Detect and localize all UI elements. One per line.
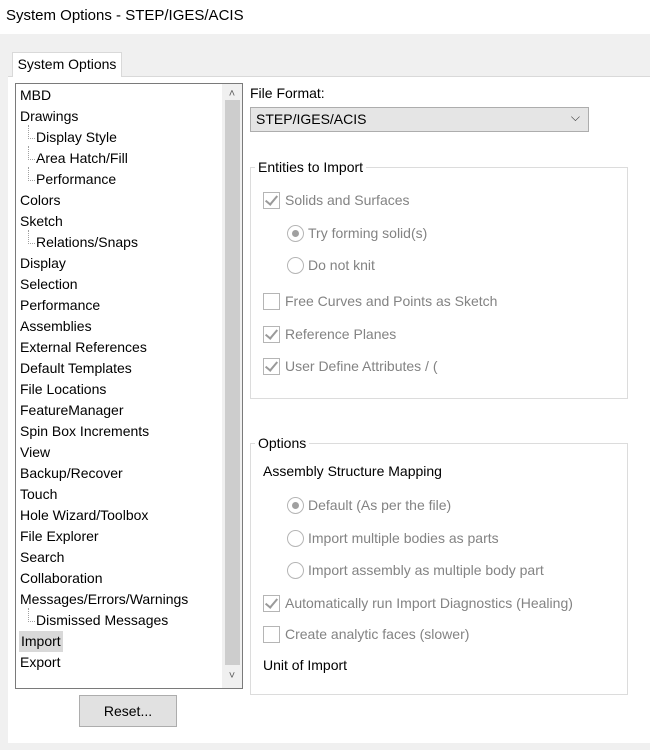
window-title: System Options - STEP/IGES/ACIS [6,7,244,24]
tree-item[interactable]: Default Templates [20,358,132,379]
tree-item[interactable]: Dismissed Messages [27,608,168,631]
free-curves-label: Free Curves and Points as Sketch [285,293,498,309]
default-mapping-radio[interactable] [287,497,304,514]
tree-item[interactable]: Selection [20,274,78,295]
entities-group-title: Entities to Import [255,159,367,175]
user-attributes-label: User Define Attributes / ( [285,358,438,374]
import-bodies-radio[interactable] [287,530,304,547]
try-forming-solids-label: Try forming solid(s) [308,225,428,241]
import-bodies-label: Import multiple bodies as parts [308,530,499,546]
tree-item[interactable]: Touch [20,484,57,505]
tab-system-options[interactable]: System Options [12,52,122,77]
analytic-faces-checkbox[interactable] [263,626,280,643]
tree-item[interactable]: Display Style [28,125,117,148]
import-assembly-label: Import assembly as multiple body part [308,562,544,578]
analytic-faces-label: Create analytic faces (slower) [285,626,470,642]
options-group-title: Options [255,435,310,451]
unit-of-import-label: Unit of Import [263,657,348,673]
tree-item[interactable]: MBD [20,85,51,106]
import-assembly-radio[interactable] [287,562,304,579]
file-format-label: File Format: [250,85,325,101]
chevron-down-icon: ⌵ [570,110,580,124]
options-tree[interactable]: MBD Drawings Display Style Area Hatch/Fill P… [15,83,243,689]
default-mapping-label: Default (As per the file) [308,497,452,513]
tree-item[interactable]: Performance [20,295,100,316]
tree-item[interactable]: View [20,442,50,463]
reset-button[interactable]: Reset... [79,695,177,727]
tree-item[interactable]: Relations/Snaps [28,230,138,253]
user-attributes-checkbox[interactable] [263,358,280,375]
file-format-dropdown[interactable]: STEP/IGES/ACIS ⌵ [250,107,589,132]
free-curves-checkbox[interactable] [263,293,280,310]
auto-diagnostics-label: Automatically run Import Diagnostics (He… [285,595,573,611]
scroll-thumb[interactable] [225,100,240,665]
tree-scrollbar[interactable]: ˄ ˅ [222,84,242,688]
tree-item[interactable]: Spin Box Increments [20,421,149,442]
tree-item[interactable]: Backup/Recover [20,463,123,484]
do-not-knit-label: Do not knit [308,257,375,273]
reference-planes-label: Reference Planes [285,326,397,342]
tree-item[interactable]: Performance [27,167,116,190]
do-not-knit-radio[interactable] [287,257,304,274]
tree-item[interactable]: Sketch [20,211,63,232]
tree-item[interactable]: Messages/Errors/Warnings [20,589,188,610]
tree-item[interactable]: Assemblies [20,316,92,337]
reference-planes-checkbox[interactable] [263,326,280,343]
tree-item[interactable]: External References [20,337,147,358]
tree-item[interactable]: File Locations [20,379,106,400]
tree-item[interactable]: Drawings [20,106,78,127]
scroll-down-icon[interactable]: ˅ [222,668,242,684]
file-format-value: STEP/IGES/ACIS [256,111,367,127]
tree-item[interactable]: Colors [20,190,60,211]
tree-item[interactable]: Collaboration [20,568,103,589]
tree-item[interactable]: Area Hatch/Fill [28,146,128,169]
tree-item[interactable]: Import [19,631,63,652]
tree-item[interactable]: FeatureManager [20,400,124,421]
solids-surfaces-checkbox[interactable] [263,192,280,209]
tree-item[interactable]: Search [20,547,64,568]
title-bar: System Options - STEP/IGES/ACIS [0,0,650,34]
tree-item[interactable]: File Explorer [20,526,99,547]
tree-item[interactable]: Export [20,652,60,673]
assembly-mapping-label: Assembly Structure Mapping [263,463,442,479]
auto-diagnostics-checkbox[interactable] [263,595,280,612]
tree-item[interactable]: Display [20,253,66,274]
tree-item[interactable]: Hole Wizard/Toolbox [20,505,148,526]
try-forming-solids-radio[interactable] [287,225,304,242]
solids-surfaces-label: Solids and Surfaces [285,192,410,208]
